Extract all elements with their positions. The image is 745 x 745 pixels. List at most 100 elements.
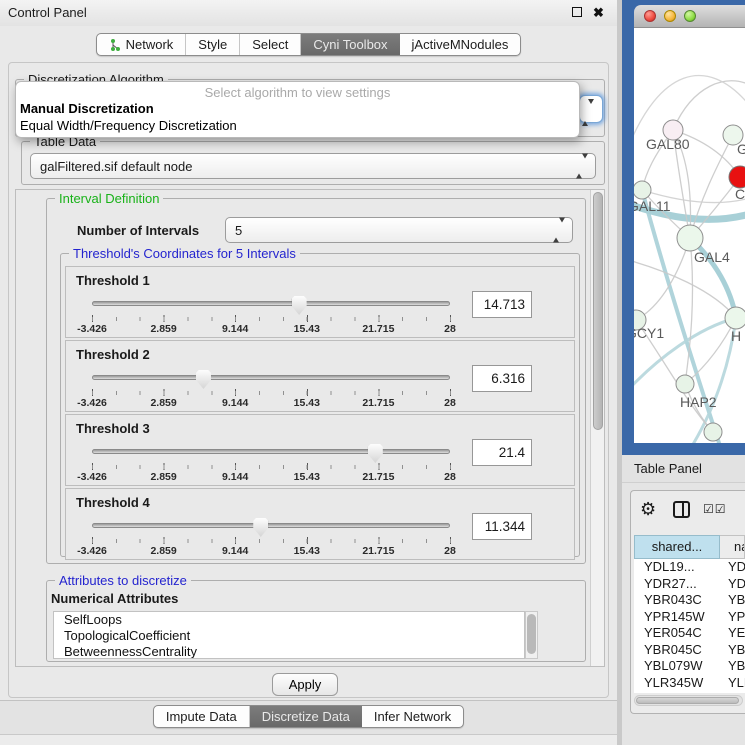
table-row[interactable]: YBR045CYBR0 (634, 642, 745, 659)
cell-name[interactable]: YBL0 (720, 658, 745, 675)
slider-tick-labels: -3.4262.8599.14415.4321.71528 (92, 545, 450, 557)
dropdown-option-equal-width[interactable]: Equal Width/Frequency Discretization (16, 117, 579, 134)
cell-name[interactable]: YBR0 (720, 592, 745, 609)
threshold-2-slider[interactable] (92, 367, 450, 389)
gear-icon[interactable]: ⚙ (640, 498, 656, 520)
network-node[interactable] (677, 225, 703, 251)
table-data-group: Table Data galFiltered.sif default node (21, 141, 605, 185)
cell-shared-name[interactable]: YLR345W (634, 675, 720, 692)
vertical-scrollbar[interactable] (590, 190, 604, 666)
num-intervals-combobox[interactable]: 5 (225, 217, 573, 243)
tab-cyni-toolbox[interactable]: Cyni Toolbox (301, 34, 399, 55)
cell-shared-name[interactable]: YER054C (634, 625, 720, 642)
mac-minimize-icon[interactable] (664, 10, 676, 22)
table-row[interactable]: YPR145WYPR1 (634, 609, 745, 626)
cell-name[interactable]: YBR0 (720, 642, 745, 659)
table-row[interactable]: YLR345WYLR3 (634, 675, 745, 692)
checkboxes-icon[interactable]: ☑☑ (703, 502, 727, 516)
cell-name[interactable]: YLR3 (720, 675, 745, 692)
status-strip (0, 734, 617, 745)
table-row[interactable]: YBL079WYBL0 (634, 658, 745, 675)
attributes-scrollbar[interactable] (525, 611, 538, 659)
dropdown-option-manual[interactable]: Manual Discretization (16, 100, 579, 117)
list-item[interactable]: BetweennessCentrality (54, 644, 524, 659)
table-row[interactable]: YDR27...YDR2 (634, 576, 745, 593)
tick-label: 9.144 (222, 471, 248, 483)
tab-jactivemnodules[interactable]: jActiveMNodules (400, 34, 521, 55)
thresholds-group: Threshold's Coordinates for 5 Intervals … (60, 253, 580, 557)
network-edge[interactable] (673, 81, 745, 130)
threshold-1-value-field[interactable]: 14.713 (472, 291, 532, 318)
list-item[interactable]: SelfLoops (54, 612, 524, 628)
cell-name[interactable]: YER0 (720, 625, 745, 642)
cell-name[interactable]: YDR2 (720, 576, 745, 593)
network-node[interactable] (634, 181, 651, 199)
threshold-2-value-field[interactable]: 6.316 (472, 365, 532, 392)
tab-style[interactable]: Style (186, 34, 240, 55)
network-node[interactable] (729, 166, 745, 188)
mac-close-icon[interactable] (644, 10, 656, 22)
network-edge[interactable] (634, 260, 736, 318)
scrollbar-thumb[interactable] (636, 697, 739, 704)
tick-label: 28 (444, 397, 456, 409)
network-svg: GAL80GALCGAL11GAL4GCY1HHAP2 (634, 28, 745, 443)
cell-shared-name[interactable]: YDR27... (634, 576, 720, 593)
threshold-panel-1: Threshold 1 -3.4262.8599.14415.4321.7152… (65, 266, 575, 338)
threshold-4-value-field[interactable]: 11.344 (472, 513, 532, 540)
float-icon[interactable] (570, 6, 583, 19)
threshold-1-slider[interactable] (92, 293, 450, 315)
slider-thumb[interactable] (368, 444, 383, 463)
column-header-name[interactable]: na (720, 535, 745, 559)
tick-label: 9.144 (222, 397, 248, 409)
tick-label: 21.715 (362, 545, 394, 557)
table-row[interactable]: YDL19...YDL1 (634, 559, 745, 576)
table-horizontal-scrollbar[interactable] (634, 695, 743, 706)
network-node[interactable] (725, 307, 745, 329)
tab-network[interactable]: Network (97, 34, 187, 55)
threshold-3-value-field[interactable]: 21.4 (472, 439, 532, 466)
scrollbar-thumb[interactable] (593, 192, 603, 430)
cell-shared-name[interactable]: YIL052C (634, 691, 720, 693)
control-panel-titlebar: Control Panel ✖ (0, 0, 617, 26)
columns-icon[interactable] (673, 501, 690, 518)
node-label: GAL11 (634, 198, 671, 214)
tab-select[interactable]: Select (240, 34, 301, 55)
table-row[interactable]: YER054CYER0 (634, 625, 745, 642)
cell-shared-name[interactable]: YDL19... (634, 559, 720, 576)
tab-impute-data[interactable]: Impute Data (154, 706, 250, 727)
table-row[interactable]: YIL052CYIL0 (634, 691, 745, 693)
threshold-3-slider[interactable] (92, 441, 450, 463)
network-canvas[interactable]: GAL80GALCGAL11GAL4GCY1HHAP2 (634, 28, 745, 443)
network-node[interactable] (704, 423, 722, 441)
table-data-combobox[interactable]: galFiltered.sif default node (30, 153, 596, 179)
list-item[interactable]: TopologicalCoefficient (54, 628, 524, 644)
slider-thumb[interactable] (253, 518, 268, 537)
slider-thumb[interactable] (292, 296, 307, 315)
node-table-body[interactable]: YDL19...YDL1YDR27...YDR2YBR043CYBR0YPR14… (634, 559, 745, 693)
slider-rail (92, 301, 450, 306)
column-header-shared[interactable]: shared... (634, 535, 720, 559)
attributes-group-label: Attributes to discretize (55, 573, 191, 588)
close-icon[interactable]: ✖ (592, 6, 605, 19)
cell-name[interactable]: YPR1 (720, 609, 745, 626)
network-node[interactable] (676, 375, 694, 393)
cell-shared-name[interactable]: YBR045C (634, 642, 720, 659)
threshold-4-slider[interactable] (92, 515, 450, 537)
control-panel: Control Panel ✖ Network Style Sel (0, 0, 617, 745)
cell-shared-name[interactable]: YPR145W (634, 609, 720, 626)
apply-button[interactable]: Apply (272, 673, 338, 696)
cell-shared-name[interactable]: YBL079W (634, 658, 720, 675)
screen: Control Panel ✖ Network Style Sel (0, 0, 745, 745)
numerical-attributes-list[interactable]: SelfLoopsTopologicalCoefficientBetweenne… (53, 611, 525, 659)
algorithm-combobox[interactable] (579, 95, 603, 123)
cell-name[interactable]: YIL0 (720, 691, 745, 693)
scrollbar-thumb[interactable] (527, 614, 536, 654)
slider-thumb[interactable] (196, 370, 211, 389)
cell-name[interactable]: YDL1 (720, 559, 745, 576)
mac-zoom-icon[interactable] (684, 10, 696, 22)
slider-tick-labels: -3.4262.8599.14415.4321.71528 (92, 471, 450, 483)
tab-infer-network[interactable]: Infer Network (362, 706, 463, 727)
tab-discretize-data[interactable]: Discretize Data (250, 706, 362, 727)
table-row[interactable]: YBR043CYBR0 (634, 592, 745, 609)
cell-shared-name[interactable]: YBR043C (634, 592, 720, 609)
